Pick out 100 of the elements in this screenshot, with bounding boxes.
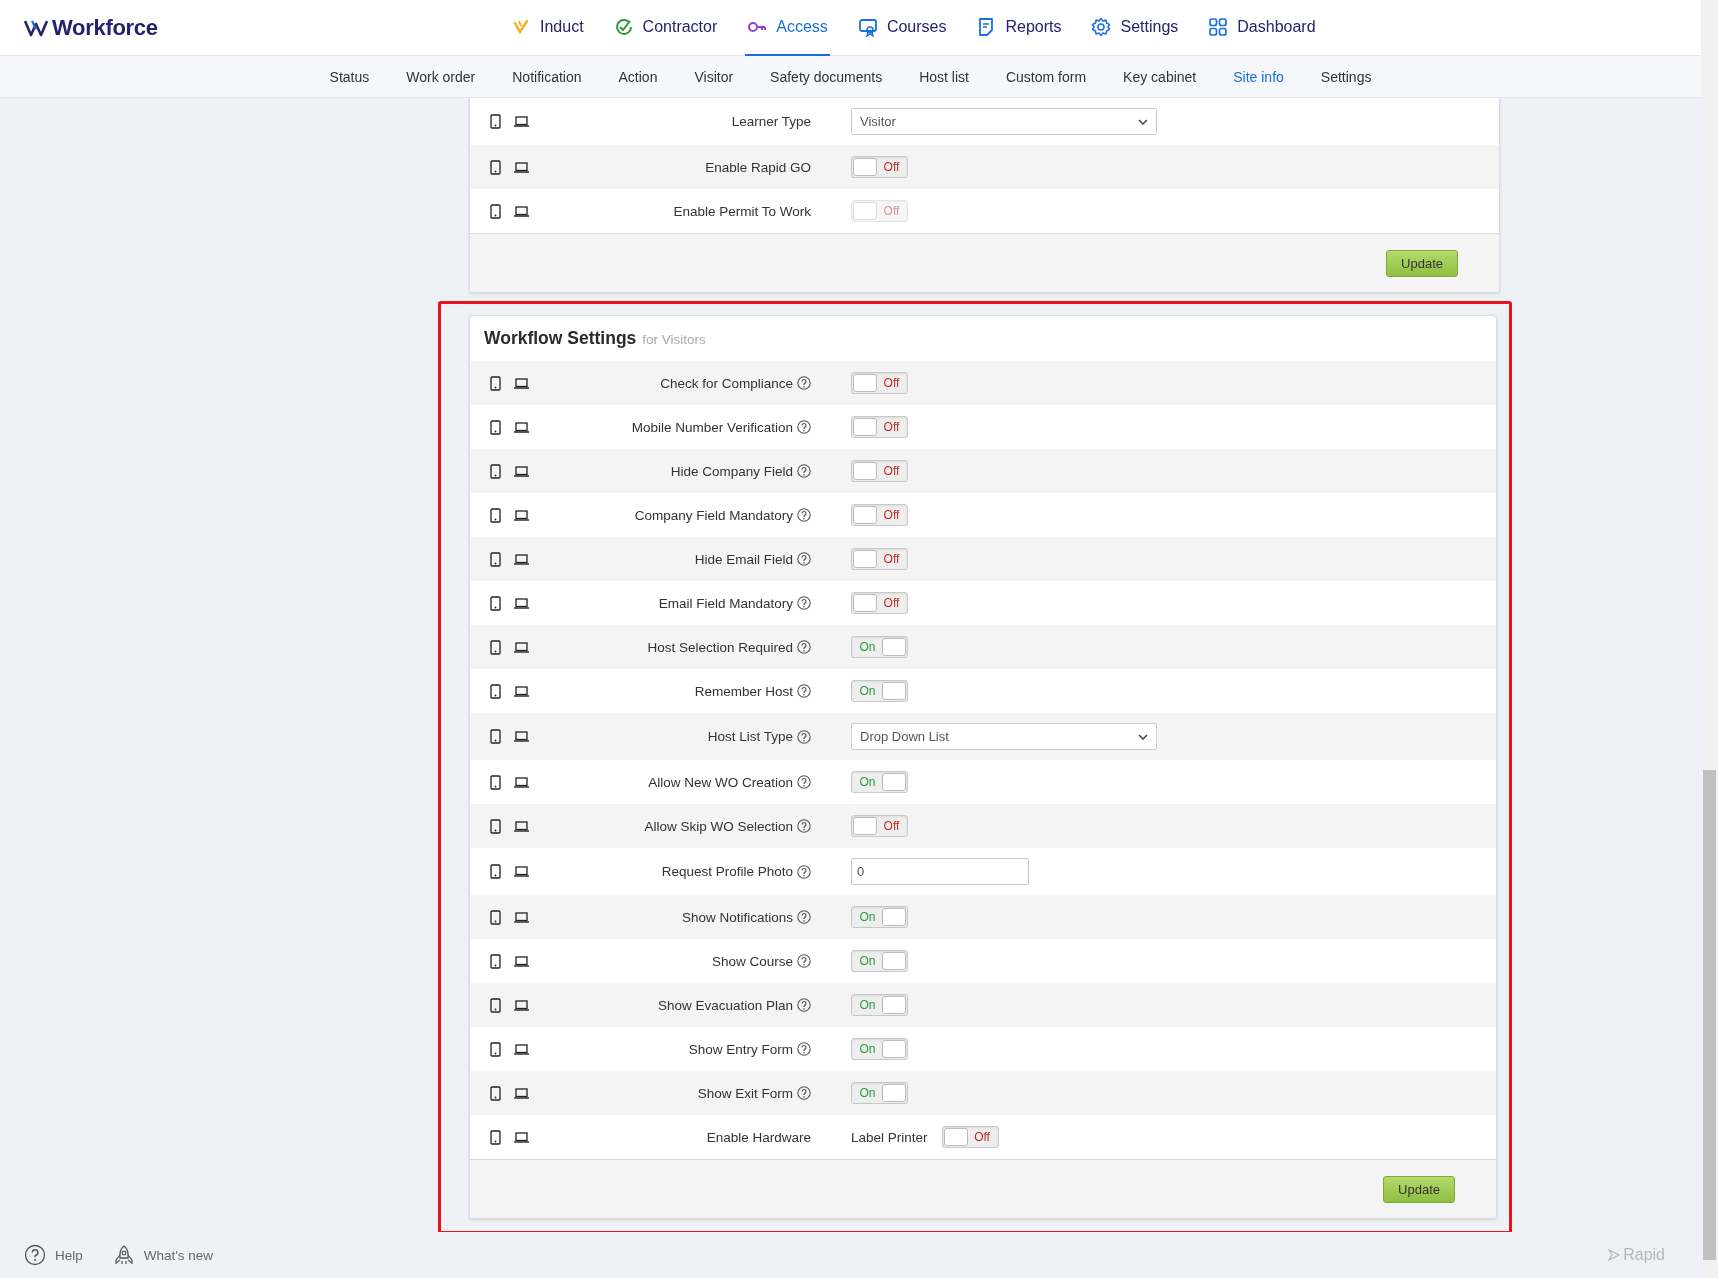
laptop-icon[interactable] <box>514 377 529 389</box>
laptop-icon[interactable] <box>514 597 529 609</box>
phone-icon[interactable] <box>490 997 501 1013</box>
laptop-icon[interactable] <box>514 685 529 697</box>
nav-tab[interactable]: Induct <box>509 0 586 56</box>
phone-icon[interactable] <box>490 1129 501 1145</box>
phone-icon[interactable] <box>490 551 501 567</box>
laptop-icon[interactable] <box>514 911 529 923</box>
toggle-switch[interactable]: On <box>851 950 908 972</box>
laptop-icon[interactable] <box>514 465 529 477</box>
laptop-icon[interactable] <box>514 1043 529 1055</box>
phone-icon[interactable] <box>490 507 501 523</box>
phone-icon[interactable] <box>490 114 501 129</box>
subnav-tab[interactable]: Action <box>618 68 658 85</box>
laptop-icon[interactable] <box>514 866 529 877</box>
phone-icon[interactable] <box>490 419 501 435</box>
nav-tab[interactable]: Reports <box>974 0 1064 56</box>
dropdown[interactable]: Visitor <box>851 108 1157 135</box>
laptop-icon[interactable] <box>514 161 529 173</box>
subnav-tab[interactable]: Site info <box>1233 68 1284 85</box>
subnav-tab[interactable]: Notification <box>512 68 582 85</box>
help-icon[interactable] <box>797 376 811 390</box>
subnav-tab[interactable]: Safety documents <box>770 68 883 85</box>
toggle-switch[interactable]: On <box>851 906 908 928</box>
nav-tab[interactable]: Settings <box>1089 0 1181 56</box>
help-icon[interactable] <box>797 552 811 566</box>
nav-tab[interactable]: Contractor <box>611 0 720 56</box>
laptop-icon[interactable] <box>514 1087 529 1099</box>
toggle-switch[interactable]: Off <box>851 372 908 394</box>
phone-icon[interactable] <box>490 375 501 391</box>
laptop-icon[interactable] <box>514 776 529 788</box>
help-icon[interactable] <box>797 819 811 833</box>
help-icon[interactable] <box>797 954 811 968</box>
laptop-icon[interactable] <box>514 641 529 653</box>
toggle-switch[interactable]: On <box>851 1038 908 1060</box>
help-icon[interactable] <box>797 640 811 654</box>
phone-icon[interactable] <box>490 864 501 879</box>
toggle-switch[interactable]: On <box>851 994 908 1016</box>
help-icon[interactable] <box>797 998 811 1012</box>
toggle-switch[interactable]: On <box>851 771 908 793</box>
phone-icon[interactable] <box>490 774 501 790</box>
subnav-tab[interactable]: Host list <box>919 68 969 85</box>
subnav-tab[interactable]: Settings <box>1320 68 1372 85</box>
toggle-switch[interactable]: Off <box>851 548 908 570</box>
update-button[interactable]: Update <box>1383 1175 1455 1203</box>
phone-icon[interactable] <box>490 818 501 834</box>
toggle-switch[interactable]: Off <box>851 460 908 482</box>
laptop-icon[interactable] <box>514 421 529 433</box>
toggle-switch[interactable]: Off <box>851 156 908 178</box>
laptop-icon[interactable] <box>514 731 529 742</box>
toggle-switch[interactable]: Off <box>941 1126 999 1148</box>
laptop-icon[interactable] <box>514 509 529 521</box>
help-icon[interactable] <box>797 775 811 789</box>
toggle-switch[interactable]: On <box>851 636 908 658</box>
scrollbar-thumb[interactable] <box>1703 770 1716 1260</box>
dropdown[interactable]: Drop Down List <box>851 723 1157 750</box>
update-button[interactable]: Update <box>1386 249 1458 277</box>
subnav-tab[interactable]: Status <box>329 68 370 85</box>
phone-icon[interactable] <box>490 1041 501 1057</box>
laptop-icon[interactable] <box>514 116 529 127</box>
footer-link[interactable]: What's new <box>112 1244 214 1266</box>
help-icon[interactable] <box>797 420 811 434</box>
laptop-icon[interactable] <box>514 553 529 565</box>
toggle-switch[interactable]: Off <box>851 504 908 526</box>
help-icon[interactable] <box>797 464 811 478</box>
laptop-icon[interactable] <box>514 1131 529 1143</box>
phone-icon[interactable] <box>490 683 501 699</box>
toggle-switch[interactable]: On <box>851 1082 908 1104</box>
help-icon[interactable] <box>797 864 811 879</box>
phone-icon[interactable] <box>490 953 501 969</box>
help-icon[interactable] <box>797 1086 811 1100</box>
help-icon[interactable] <box>797 729 811 744</box>
phone-icon[interactable] <box>490 159 501 175</box>
help-icon[interactable] <box>797 1042 811 1056</box>
phone-icon[interactable] <box>490 463 501 479</box>
help-icon[interactable] <box>797 910 811 924</box>
toggle-switch[interactable]: Off <box>851 416 908 438</box>
phone-icon[interactable] <box>490 595 501 611</box>
toggle-switch[interactable]: Off <box>851 592 908 614</box>
laptop-icon[interactable] <box>514 955 529 967</box>
laptop-icon[interactable] <box>514 999 529 1011</box>
help-icon[interactable] <box>797 596 811 610</box>
input-field[interactable]: 0 <box>851 858 1029 885</box>
scrollbar[interactable] <box>1701 0 1718 1278</box>
laptop-icon[interactable] <box>514 820 529 832</box>
phone-icon[interactable] <box>490 729 501 744</box>
footer-link[interactable]: Help <box>24 1244 83 1266</box>
phone-icon[interactable] <box>490 909 501 925</box>
subnav-tab[interactable]: Visitor <box>694 68 734 85</box>
nav-tab[interactable]: Dashboard <box>1206 0 1318 56</box>
phone-icon[interactable] <box>490 1085 501 1101</box>
toggle-switch[interactable]: On <box>851 680 908 702</box>
toggle-switch[interactable]: Off <box>851 815 908 837</box>
subnav-tab[interactable]: Key cabinet <box>1123 68 1197 85</box>
help-icon[interactable] <box>797 684 811 698</box>
help-icon[interactable] <box>797 508 811 522</box>
phone-icon[interactable] <box>490 639 501 655</box>
nav-tab[interactable]: Courses <box>855 0 949 56</box>
subnav-tab[interactable]: Work order <box>406 68 476 85</box>
subnav-tab[interactable]: Custom form <box>1005 68 1087 85</box>
